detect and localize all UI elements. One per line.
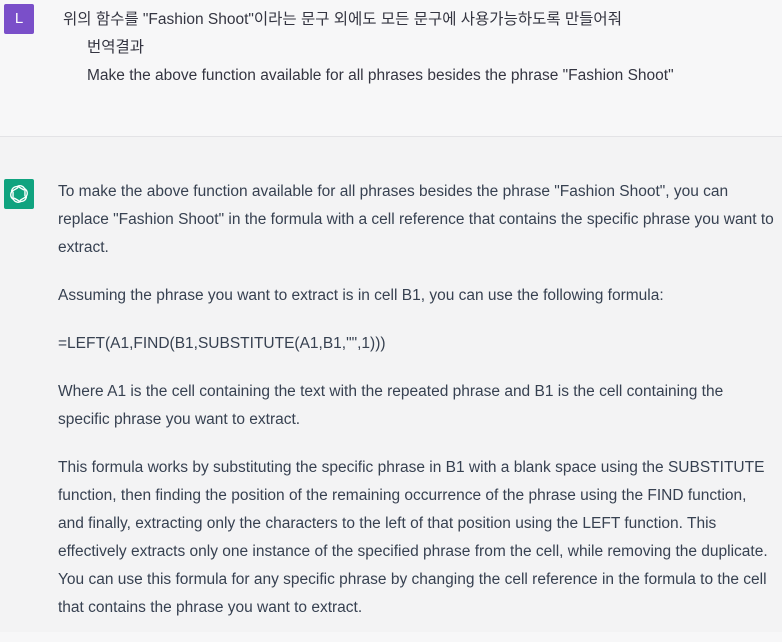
assistant-paragraph: To make the above function available for… bbox=[58, 183, 774, 256]
user-avatar: L bbox=[4, 4, 34, 34]
user-message-korean: 위의 함수를 "Fashion Shoot"이라는 문구 외에도 모든 문구에 … bbox=[63, 11, 622, 28]
assistant-paragraph: This formula works by substituting the s… bbox=[58, 459, 768, 616]
assistant-message-text: To make the above function available for… bbox=[58, 178, 774, 642]
assistant-message: To make the above function available for… bbox=[0, 137, 782, 632]
user-message-text: 위의 함수를 "Fashion Shoot"이라는 문구 외에도 모든 문구에 … bbox=[63, 6, 775, 90]
formula-text: =LEFT(A1,FIND(B1,SUBSTITUTE(A1,B1,"",1))… bbox=[58, 335, 386, 352]
translation-label: 번역결과 bbox=[87, 39, 145, 56]
assistant-paragraph: Where A1 is the cell containing the text… bbox=[58, 383, 724, 428]
openai-logo-icon bbox=[4, 179, 34, 209]
user-message: L 위의 함수를 "Fashion Shoot"이라는 문구 외에도 모든 문구… bbox=[0, 0, 782, 137]
user-message-english: Make the above function available for al… bbox=[87, 67, 674, 84]
assistant-paragraph: Assuming the phrase you want to extract … bbox=[58, 287, 664, 304]
